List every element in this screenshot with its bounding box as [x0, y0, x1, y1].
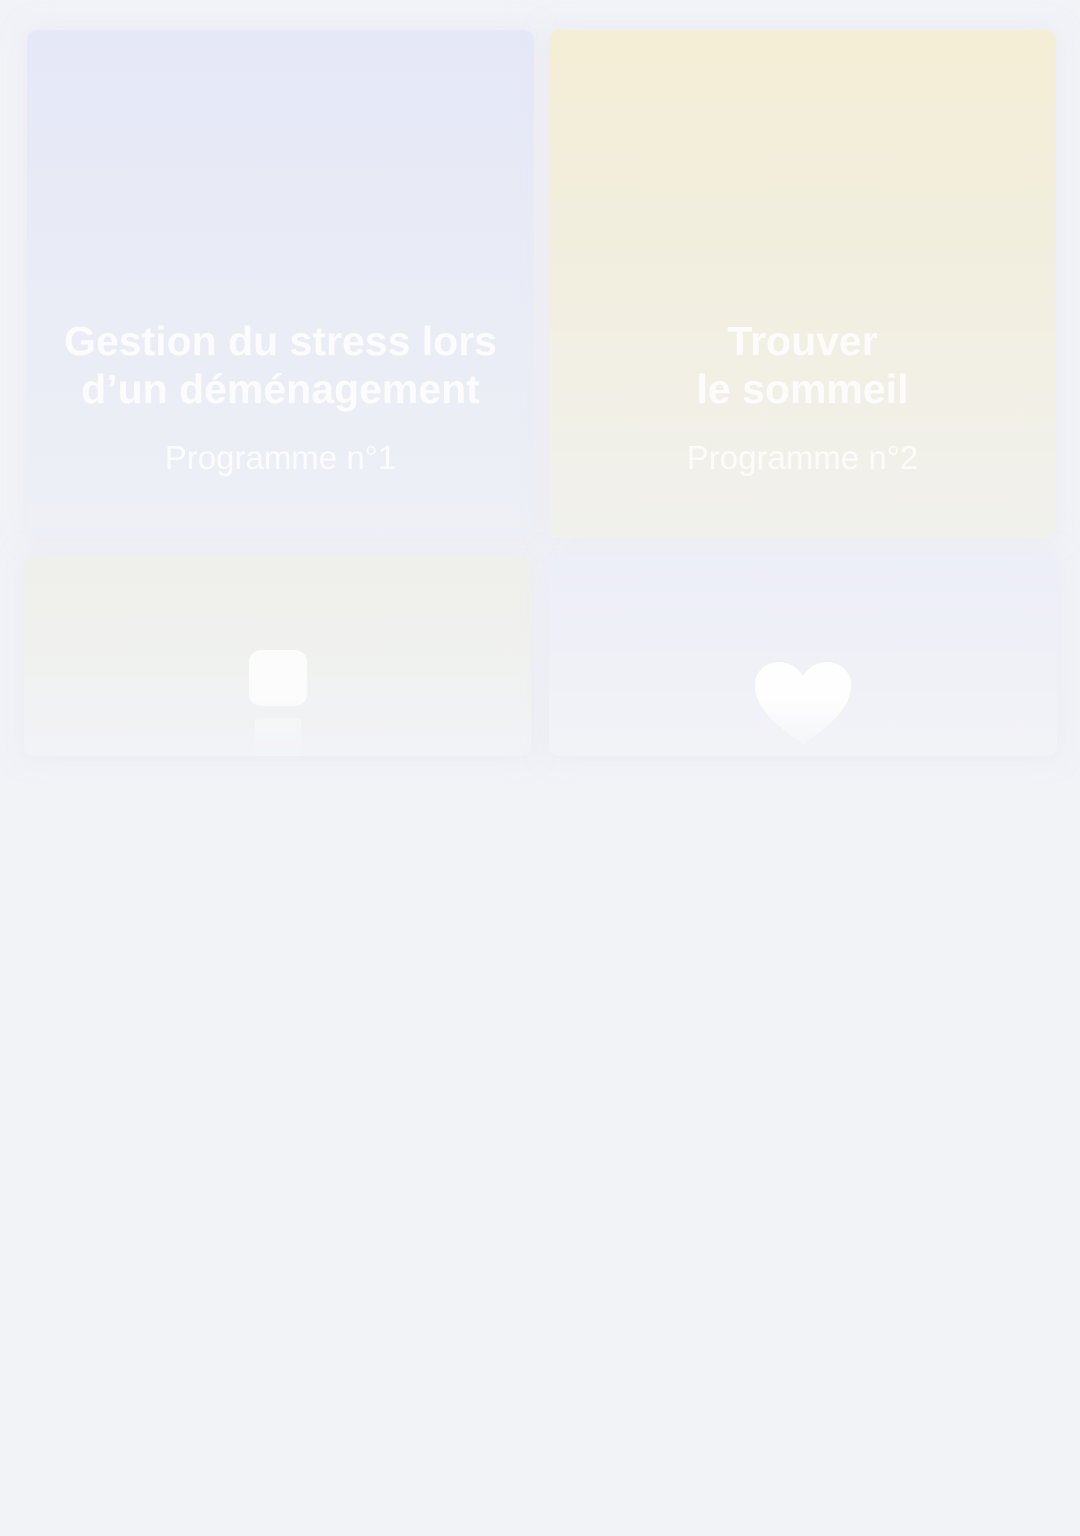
program-title: Trouver le sommeil: [696, 318, 909, 412]
program-number: Programme n°1: [164, 439, 397, 476]
program-card-1[interactable]: Gestion du stress lors d’un déménagement…: [27, 30, 534, 538]
program-card-2[interactable]: Trouver le sommeil Programme n°2: [549, 30, 1056, 538]
program-title: Gestion du stress lors d’un déménagement: [64, 318, 497, 412]
program-number: Programme n°2: [686, 439, 919, 476]
card-fade: [549, 696, 1057, 756]
card-fade: [24, 696, 531, 756]
program-card-3[interactable]: [24, 556, 531, 756]
programs-page: Gestion du stress lors d’un déménagement…: [0, 0, 1080, 1536]
program-card-4[interactable]: [549, 556, 1057, 756]
